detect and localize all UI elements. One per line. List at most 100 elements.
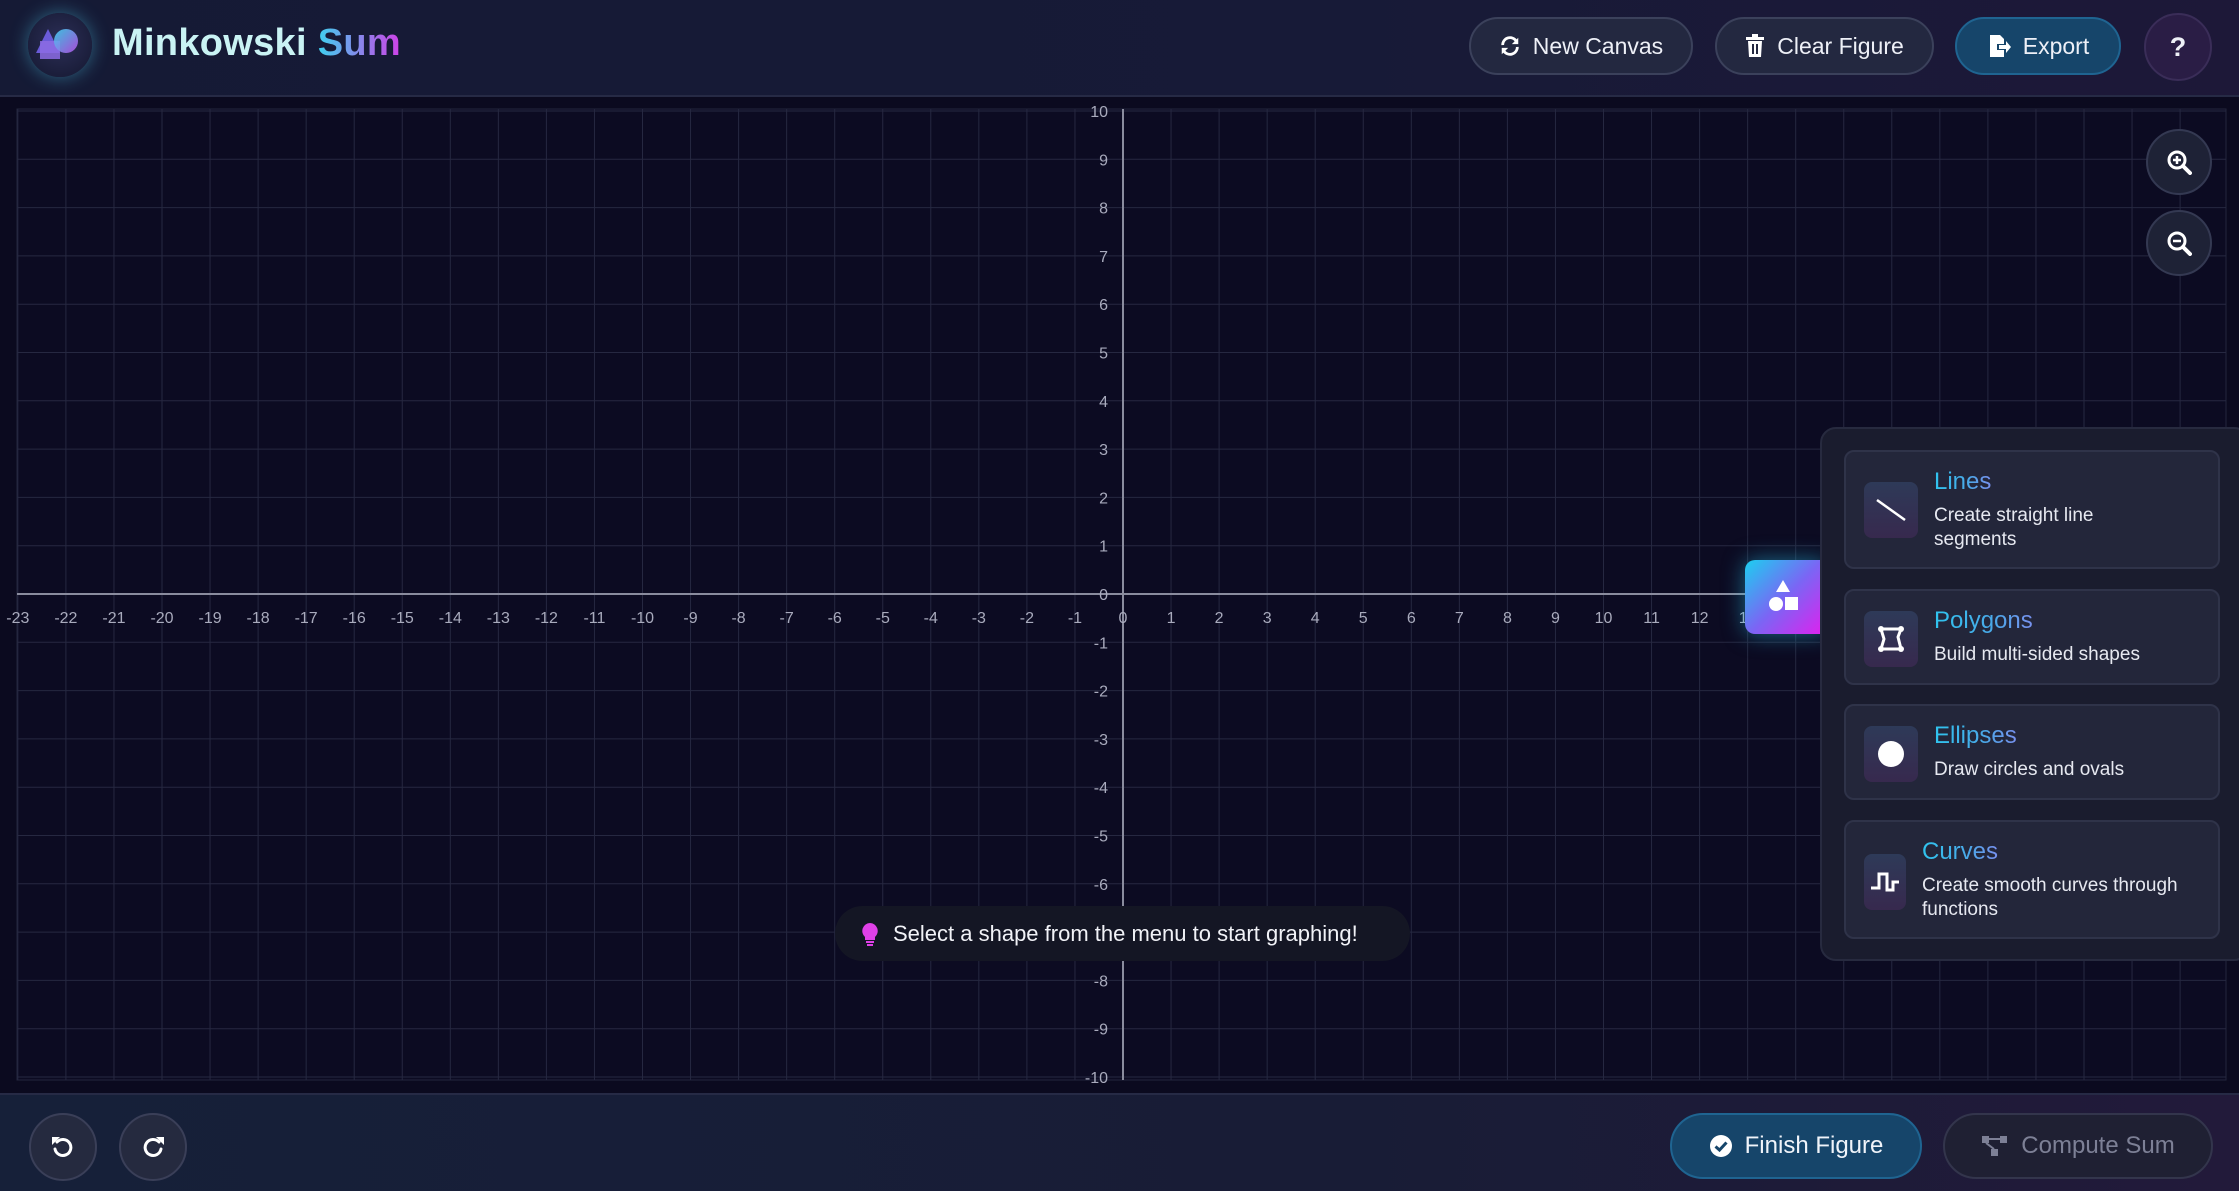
clear-figure-label: Clear Figure bbox=[1777, 32, 1904, 59]
menu-item-polygons[interactable]: Polygons Build multi-sided shapes bbox=[1844, 589, 2220, 685]
x-tick-label: 2 bbox=[1215, 610, 1224, 627]
x-tick-label: -4 bbox=[924, 610, 938, 627]
y-tick-label: -5 bbox=[1094, 829, 1108, 846]
curves-title: Curves bbox=[1922, 838, 1999, 865]
y-tick-label: 2 bbox=[1099, 490, 1108, 507]
line-icon bbox=[1864, 482, 1918, 538]
curves-desc: Create smooth curves through functions bbox=[1922, 874, 2178, 922]
polygons-title: Polygons bbox=[1934, 607, 2033, 634]
app-header: Minkowski Sum New Canvas Clear Figure Ex… bbox=[0, 0, 2239, 97]
x-tick-label: 5 bbox=[1359, 610, 1368, 627]
title-sum: Sum bbox=[317, 22, 401, 64]
y-tick-label: 4 bbox=[1099, 394, 1108, 411]
x-tick-label: -7 bbox=[780, 610, 794, 627]
lines-title: Lines bbox=[1934, 468, 1992, 495]
x-tick-label: 0 bbox=[1119, 610, 1128, 627]
zoom-out-icon bbox=[2167, 231, 2192, 256]
curves-desc-line1: Create smooth curves through bbox=[1922, 875, 2178, 896]
undo-button[interactable] bbox=[29, 1113, 97, 1181]
shape-menu: Lines Create straight line segments Poly… bbox=[1820, 427, 2239, 961]
new-canvas-label: New Canvas bbox=[1532, 32, 1664, 59]
x-tick-label: -2 bbox=[1020, 610, 1034, 627]
diagram-icon bbox=[1982, 1136, 2008, 1156]
x-tick-label: -10 bbox=[631, 610, 654, 627]
y-tick-label: 9 bbox=[1099, 152, 1108, 169]
x-tick-label: 7 bbox=[1455, 610, 1464, 627]
y-tick-label: 6 bbox=[1099, 297, 1108, 314]
y-tick-label: 0 bbox=[1099, 587, 1108, 604]
new-canvas-button[interactable]: New Canvas bbox=[1469, 17, 1693, 75]
redo-icon bbox=[143, 1137, 164, 1157]
compute-sum-button[interactable]: Compute Sum bbox=[1943, 1113, 2213, 1179]
y-tick-label: -10 bbox=[1085, 1070, 1108, 1087]
x-tick-label: -5 bbox=[876, 610, 890, 627]
refresh-icon bbox=[1501, 36, 1519, 56]
page-title: Minkowski Sum bbox=[112, 22, 401, 65]
x-tick-label: -20 bbox=[150, 610, 173, 627]
menu-item-lines[interactable]: Lines Create straight line segments bbox=[1844, 450, 2220, 569]
clear-figure-button[interactable]: Clear Figure bbox=[1715, 17, 1934, 75]
x-tick-label: 10 bbox=[1595, 610, 1613, 627]
polygons-desc: Build multi-sided shapes bbox=[1934, 644, 2140, 665]
app-footer: Finish Figure Compute Sum bbox=[0, 1093, 2239, 1191]
y-tick-label: -4 bbox=[1094, 780, 1108, 797]
app-logo bbox=[28, 13, 92, 77]
trash-icon bbox=[1746, 34, 1765, 57]
lines-desc: Create straight line segments bbox=[1934, 504, 2093, 552]
x-tick-label: 11 bbox=[1643, 610, 1660, 627]
x-tick-label: -12 bbox=[535, 610, 558, 627]
zoom-in-icon bbox=[2167, 150, 2192, 175]
x-tick-label: -19 bbox=[198, 610, 221, 627]
lines-desc-line1: Create straight line bbox=[1934, 505, 2094, 526]
y-tick-label: -3 bbox=[1094, 732, 1108, 749]
x-tick-label: -1 bbox=[1068, 610, 1082, 627]
y-tick-label: 8 bbox=[1099, 201, 1108, 218]
x-tick-label: -8 bbox=[731, 610, 745, 627]
shapes-icon bbox=[1769, 580, 1798, 611]
curves-desc-line2: functions bbox=[1922, 899, 1999, 920]
x-tick-label: -16 bbox=[343, 610, 366, 627]
check-circle-icon bbox=[1709, 1135, 1732, 1157]
y-tick-label: -6 bbox=[1094, 877, 1108, 894]
x-tick-label: 12 bbox=[1691, 610, 1709, 627]
x-tick-label: -14 bbox=[439, 610, 462, 627]
export-icon bbox=[1989, 35, 2011, 57]
ellipses-title: Ellipses bbox=[1934, 722, 2017, 749]
y-tick-label: 5 bbox=[1099, 346, 1108, 363]
export-button[interactable]: Export bbox=[1955, 17, 2121, 75]
x-tick-label: -22 bbox=[54, 610, 77, 627]
lightbulb-icon bbox=[862, 922, 878, 946]
x-tick-label: 6 bbox=[1407, 610, 1416, 627]
y-tick-label: 10 bbox=[1090, 104, 1108, 121]
hint-toast: Select a shape from the menu to start gr… bbox=[835, 906, 1410, 961]
polygon-icon bbox=[1864, 611, 1918, 667]
menu-item-ellipses[interactable]: Ellipses Draw circles and ovals bbox=[1844, 704, 2220, 800]
x-tick-label: -11 bbox=[583, 610, 605, 627]
x-tick-label: -6 bbox=[828, 610, 842, 627]
x-tick-label: 8 bbox=[1503, 610, 1512, 627]
shape-menu-toggle[interactable] bbox=[1745, 560, 1825, 634]
export-label: Export bbox=[2022, 32, 2090, 59]
menu-item-curves[interactable]: Curves Create smooth curves through func… bbox=[1844, 820, 2220, 939]
y-tick-label: -8 bbox=[1094, 973, 1108, 990]
y-tick-label: 7 bbox=[1099, 249, 1108, 266]
ellipses-desc: Draw circles and ovals bbox=[1934, 759, 2125, 780]
x-tick-label: -23 bbox=[6, 610, 29, 627]
zoom-in-button[interactable] bbox=[2146, 129, 2212, 195]
finish-figure-button[interactable]: Finish Figure bbox=[1670, 1113, 1922, 1179]
redo-button[interactable] bbox=[119, 1113, 187, 1181]
title-minkowski: Minkowski bbox=[112, 22, 307, 64]
x-tick-label: -17 bbox=[295, 610, 318, 627]
x-tick-label: 9 bbox=[1551, 610, 1560, 627]
help-button[interactable]: ? bbox=[2144, 13, 2212, 81]
x-tick-label: -3 bbox=[972, 610, 986, 627]
help-label: ? bbox=[2169, 31, 2187, 62]
zoom-out-button[interactable] bbox=[2146, 210, 2212, 276]
graph-canvas[interactable]: -23 -22 -21 -20 -19 -18 -17 -16 -15 -14 -13 -12 -11-… bbox=[0, 97, 2239, 1093]
x-tick-label: 4 bbox=[1311, 610, 1320, 627]
x-tick-label: -15 bbox=[391, 610, 414, 627]
curve-icon bbox=[1864, 854, 1906, 910]
x-tick-label: 1 bbox=[1167, 610, 1176, 627]
y-tick-label: 3 bbox=[1099, 442, 1108, 459]
x-tick-label: -21 bbox=[102, 610, 125, 627]
